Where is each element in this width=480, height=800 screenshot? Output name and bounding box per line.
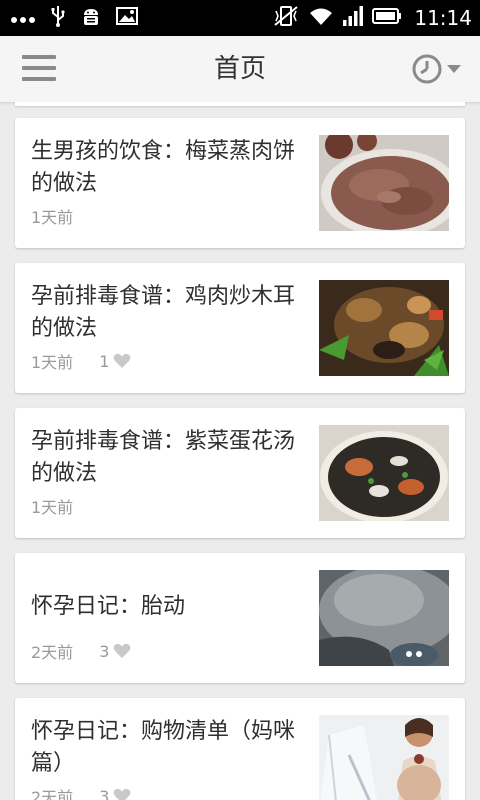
- pregnant-belly-photo: [319, 570, 449, 666]
- doctor-mother-photo: [319, 715, 449, 800]
- hamburger-menu-icon[interactable]: [22, 55, 56, 83]
- article-card[interactable]: 孕前排毒食谱：鸡肉炒木耳的做法 1天前 1: [15, 263, 465, 393]
- signal-icon: [342, 5, 364, 31]
- app-bar: 首页: [0, 36, 480, 103]
- article-meta: 1天前: [31, 205, 73, 227]
- seaweed-soup-photo: [319, 425, 449, 521]
- meat-patty-photo: [319, 135, 449, 231]
- status-bar: 11:14: [0, 0, 480, 36]
- page-title: 首页: [213, 54, 266, 84]
- article-meta: 1天前: [31, 495, 73, 517]
- more-dots-icon: [10, 9, 36, 28]
- article-card[interactable]: 怀孕日记：购物清单（妈咪篇） 2天前 3: [15, 698, 465, 800]
- android-debug-icon: [80, 5, 102, 31]
- history-clock-icon[interactable]: [412, 52, 464, 86]
- article-title: 孕前排毒食谱：紫菜蛋花汤的做法: [31, 429, 296, 486]
- article-card[interactable]: 生男孩的饮食：梅菜蒸肉饼的做法 1天前: [15, 118, 465, 248]
- heart-icon: [114, 788, 131, 800]
- image-icon: [116, 7, 138, 29]
- usb-icon: [50, 5, 66, 31]
- article-meta: 2天前 3: [31, 640, 131, 662]
- article-time: 2天前: [31, 643, 74, 662]
- article-card[interactable]: 孕前排毒食谱：紫菜蛋花汤的做法 1天前: [15, 408, 465, 538]
- status-time: 11:14: [414, 6, 472, 30]
- heart-icon: [113, 353, 131, 368]
- article-title: 生男孩的饮食：梅菜蒸肉饼的做法: [31, 139, 296, 196]
- article-time: 2天前: [31, 788, 74, 800]
- like-count[interactable]: 3: [99, 642, 131, 661]
- chicken-fungus-photo: [319, 280, 449, 376]
- article-title: 怀孕日记：胎动: [31, 594, 186, 619]
- article-time: 1天前: [31, 208, 74, 227]
- article-time: 1天前: [31, 498, 74, 517]
- article-meta: 1天前 1: [31, 350, 131, 372]
- article-meta: 2天前 3: [31, 785, 131, 800]
- heart-icon: [113, 643, 131, 658]
- like-count[interactable]: 1: [99, 352, 131, 371]
- article-title: 怀孕日记：购物清单（妈咪篇）: [31, 719, 296, 776]
- battery-icon: [372, 7, 402, 29]
- vibrate-off-icon: [272, 4, 300, 32]
- article-title: 孕前排毒食谱：鸡肉炒木耳的做法: [31, 284, 296, 341]
- article-list[interactable]: 生男孩的饮食：梅菜蒸肉饼的做法 1天前 孕前排毒食谱：鸡肉炒木耳的做法 1天前 …: [0, 102, 480, 800]
- like-count[interactable]: 3: [99, 787, 131, 800]
- wifi-icon: [308, 5, 334, 31]
- previous-card-edge: [15, 102, 465, 106]
- article-card[interactable]: 怀孕日记：胎动 2天前 3: [15, 553, 465, 683]
- article-time: 1天前: [31, 353, 74, 372]
